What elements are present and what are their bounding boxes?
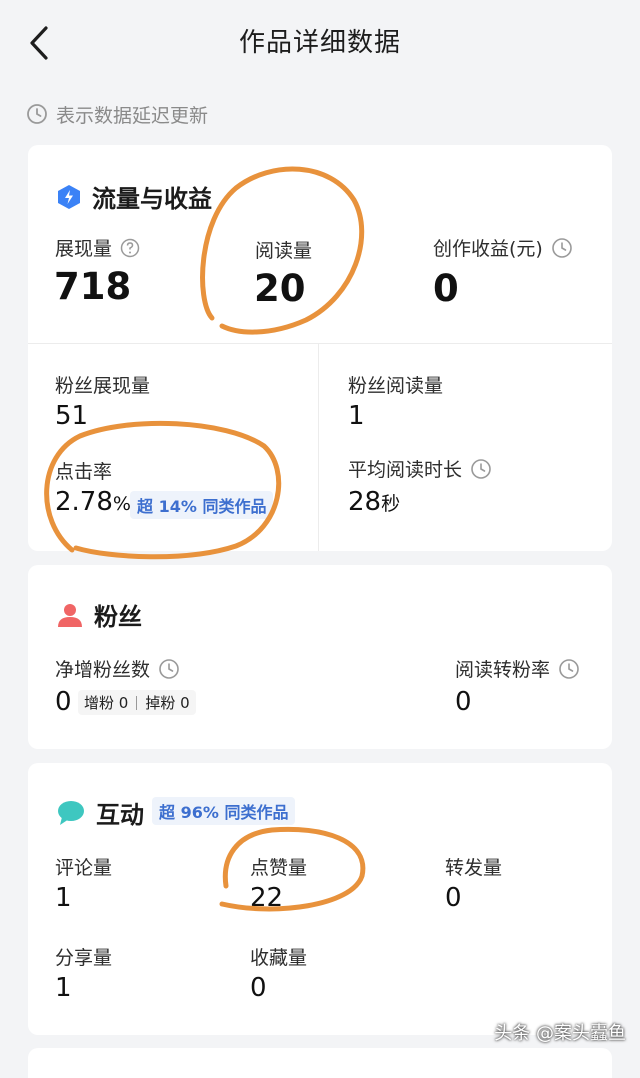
likes-label: 点赞量 — [250, 857, 308, 879]
favorites-value: 0 — [250, 973, 267, 1003]
top-bar: 作品详细数据 — [0, 0, 640, 88]
fan-impressions-label: 粉丝展现量 — [55, 375, 151, 397]
interaction-section-title: 互动 — [56, 795, 144, 830]
clock-icon — [471, 458, 491, 479]
clock-icon — [27, 104, 47, 124]
favorites-label: 收藏量 — [250, 947, 308, 969]
comments-value: 1 — [55, 883, 72, 913]
income-value: 0 — [433, 267, 459, 310]
fans-card: 粉丝 净增粉丝数 0 增粉 0 掉粉 0 阅读转粉率 0 — [28, 565, 612, 749]
comments-label: 评论量 — [55, 857, 113, 879]
shares-value: 1 — [55, 973, 72, 1003]
avg-read-time-value: 28秒 — [348, 487, 401, 517]
read-to-fan-rate-value: 0 — [455, 687, 472, 717]
fans-gain-loss-pill: 增粉 0 掉粉 0 — [78, 690, 196, 715]
net-fans-label: 净增粉丝数 — [55, 655, 180, 682]
ctr-value: 2.78% — [55, 487, 131, 517]
delay-notice: 表示数据延迟更新 — [26, 100, 208, 128]
page-title: 作品详细数据 — [238, 28, 401, 58]
fan-reads-label: 粉丝阅读量 — [348, 375, 444, 397]
fans-title-text: 粉丝 — [94, 603, 142, 631]
reposts-label: 转发量 — [445, 857, 503, 879]
delay-notice-text: 表示数据延迟更新 — [56, 104, 209, 127]
impressions-value: 718 — [54, 265, 132, 308]
fan-reads-value: 1 — [348, 401, 365, 431]
shares-label: 分享量 — [55, 947, 113, 969]
reads-value: 20 — [254, 267, 306, 310]
interaction-card: 互动 超 96% 同类作品 评论量 1 点赞量 22 转发量 0 分享量 1 收… — [28, 763, 612, 1035]
likes-value: 22 — [250, 883, 284, 913]
divider — [28, 343, 612, 344]
person-icon — [58, 603, 82, 627]
traffic-title-text: 流量与收益 — [92, 185, 212, 213]
ctr-compare-badge: 超 14% 同类作品 — [130, 491, 274, 519]
fan-impressions-value: 51 — [55, 401, 89, 431]
avg-read-time-label: 平均阅读时长 — [348, 455, 492, 482]
clock-icon — [159, 658, 179, 679]
clock-icon — [559, 658, 579, 679]
reposts-value: 0 — [445, 883, 462, 913]
divider — [318, 343, 319, 551]
traffic-section-title: 流量与收益 — [56, 179, 212, 214]
reads-label: 阅读量 — [255, 240, 313, 262]
traffic-card: 流量与收益 展现量 718 阅读量 20 创作收益(元) 0 粉丝展现量 51 … — [28, 145, 612, 551]
help-icon[interactable] — [120, 238, 140, 258]
read-to-fan-rate-label: 阅读转粉率 — [455, 655, 580, 682]
chat-bubble-icon — [58, 800, 84, 825]
net-fans-value: 0 — [55, 687, 72, 717]
impressions-label: 展现量 — [55, 234, 140, 261]
interaction-compare-badge: 超 96% 同类作品 — [152, 797, 296, 825]
next-card-partial — [28, 1048, 612, 1078]
watermark: 头条 @案头蠹鱼 — [494, 1023, 626, 1044]
clock-icon — [552, 237, 572, 258]
interaction-title-text: 互动 — [96, 801, 144, 829]
income-label: 创作收益(元) — [433, 234, 573, 261]
fans-section-title: 粉丝 — [56, 597, 142, 632]
ctr-label: 点击率 — [55, 461, 113, 483]
bolt-icon — [58, 184, 80, 209]
